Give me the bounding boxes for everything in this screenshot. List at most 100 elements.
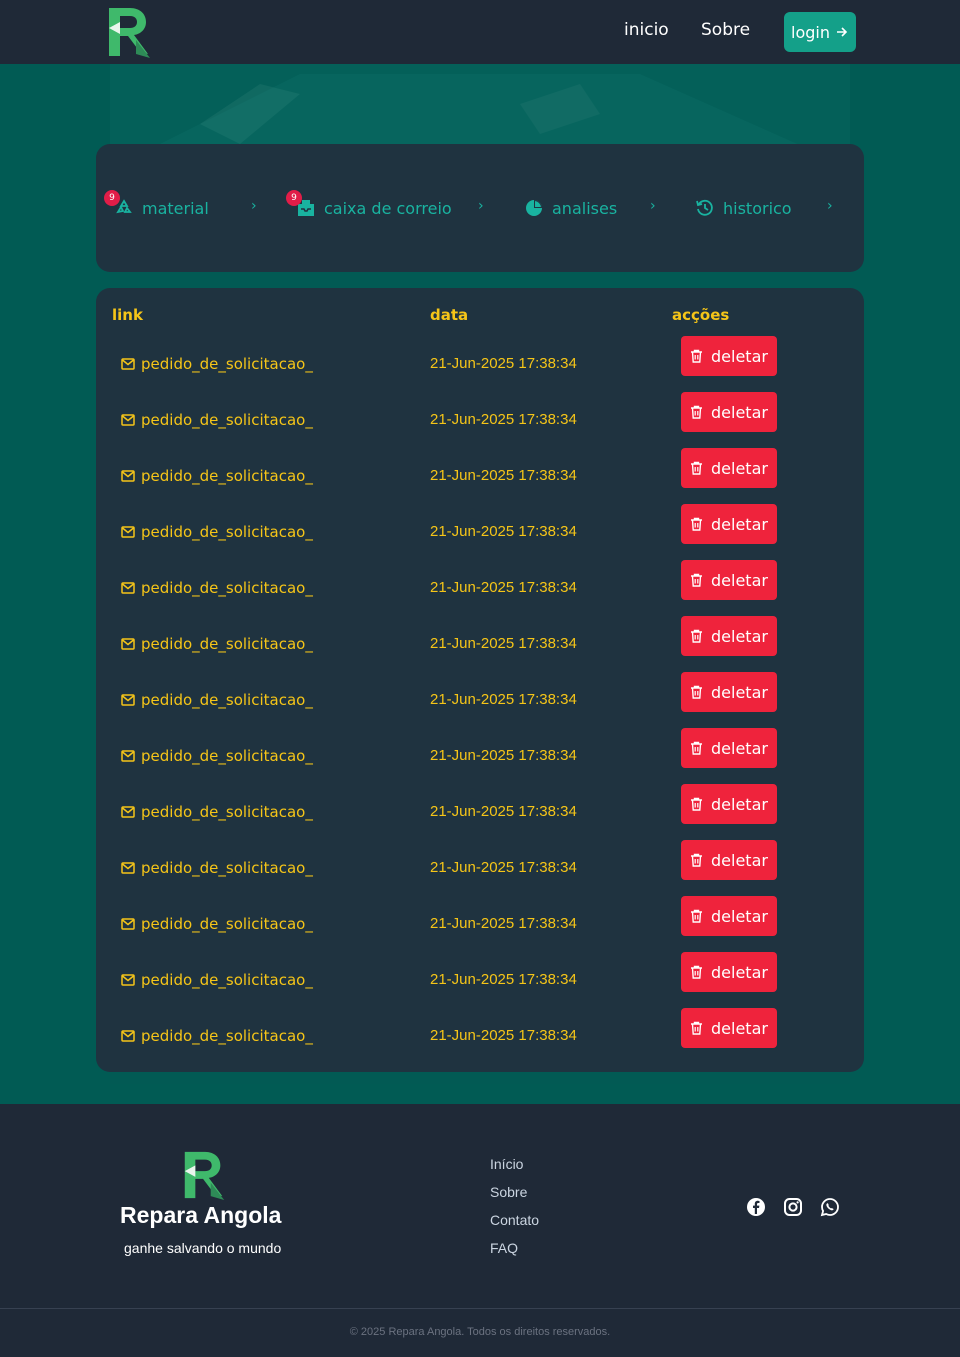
document-link[interactable]: pedido_de_solicitacao_ [121,803,313,821]
footer-link-sobre[interactable]: Sobre [490,1184,527,1200]
tab-analises[interactable]: analises [524,196,617,220]
row-date: 21-Jun-2025 17:38:34 [430,411,577,428]
tab-material-label: material [142,198,209,218]
delete-button[interactable]: deletar [681,952,777,992]
chevron-right-icon: › [650,198,656,214]
login-button[interactable]: login [784,12,856,52]
copyright-text: © 2025 Repara Angola. Todos os direitos … [349,1326,611,1338]
envelope-icon [121,414,135,426]
table-row: pedido_de_solicitacao_ 21-Jun-2025 17:38:… [96,616,864,672]
trash-icon [691,1021,703,1035]
trash-icon [691,517,703,531]
chevron-right-icon: › [478,198,484,214]
delete-button[interactable]: deletar [681,728,777,768]
row-date: 21-Jun-2025 17:38:34 [430,859,577,876]
tab-caixa-de-correio[interactable]: 9 caixa de correio [286,190,452,220]
document-link[interactable]: pedido_de_solicitacao_ [121,1027,313,1045]
footer-divider [0,1308,960,1309]
row-date: 21-Jun-2025 17:38:34 [430,915,577,932]
facebook-icon[interactable] [746,1197,766,1217]
document-link-label: pedido_de_solicitacao_ [141,971,313,989]
document-link-label: pedido_de_solicitacao_ [141,691,313,709]
footer-link-faq[interactable]: FAQ [490,1240,518,1256]
trash-icon [691,573,703,587]
tabs-card: 9 material › 9 caixa de correio › analis… [96,144,864,272]
document-link[interactable]: pedido_de_solicitacao_ [121,859,313,877]
nav-link-inicio[interactable]: inicio [624,20,669,40]
delete-label: deletar [711,962,768,982]
recycle-icon: 9 [104,190,134,218]
document-link[interactable]: pedido_de_solicitacao_ [121,915,313,933]
history-icon [695,198,715,218]
row-date: 21-Jun-2025 17:38:34 [430,523,577,540]
delete-label: deletar [711,682,768,702]
login-label: login [791,22,830,42]
delete-button[interactable]: deletar [681,1008,777,1048]
document-link-label: pedido_de_solicitacao_ [141,411,313,429]
delete-button[interactable]: deletar [681,672,777,712]
document-link[interactable]: pedido_de_solicitacao_ [121,971,313,989]
envelope-icon [121,358,135,370]
document-link[interactable]: pedido_de_solicitacao_ [121,635,313,653]
envelope-icon [121,694,135,706]
delete-label: deletar [711,458,768,478]
table-row: pedido_de_solicitacao_ 21-Jun-2025 17:38:… [96,784,864,840]
envelope-icon [121,862,135,874]
column-header-link: link [112,306,143,324]
row-date: 21-Jun-2025 17:38:34 [430,747,577,764]
footer: Repara Angola ganhe salvando o mundo Iní… [0,1104,960,1357]
table-row: pedido_de_solicitacao_ 21-Jun-2025 17:38:… [96,448,864,504]
delete-button[interactable]: deletar [681,616,777,656]
row-date: 21-Jun-2025 17:38:34 [430,579,577,596]
row-date: 21-Jun-2025 17:38:34 [430,803,577,820]
envelope-icon [121,582,135,594]
envelope-icon [121,470,135,482]
nav-link-sobre[interactable]: Sobre [701,20,750,40]
delete-button[interactable]: deletar [681,504,777,544]
tab-historico[interactable]: historico [695,196,792,220]
footer-tagline: ganhe salvando o mundo [124,1240,282,1256]
document-link[interactable]: pedido_de_solicitacao_ [121,411,313,429]
document-link[interactable]: pedido_de_solicitacao_ [121,747,313,765]
row-date: 21-Jun-2025 17:38:34 [430,635,577,652]
column-header-acoes: acções [672,306,730,324]
delete-label: deletar [711,346,768,366]
trash-icon [691,797,703,811]
table-row: pedido_de_solicitacao_ 21-Jun-2025 17:38:… [96,728,864,784]
tab-material-badge: 9 [104,190,120,206]
document-link[interactable]: pedido_de_solicitacao_ [121,523,313,541]
pie-chart-icon [524,198,544,218]
document-link[interactable]: pedido_de_solicitacao_ [121,467,313,485]
document-link-label: pedido_de_solicitacao_ [141,803,313,821]
delete-button[interactable]: deletar [681,560,777,600]
delete-button[interactable]: deletar [681,840,777,880]
document-link[interactable]: pedido_de_solicitacao_ [121,579,313,597]
document-link-label: pedido_de_solicitacao_ [141,635,313,653]
delete-label: deletar [711,626,768,646]
document-link-label: pedido_de_solicitacao_ [141,1027,313,1045]
delete-button[interactable]: deletar [681,448,777,488]
row-date: 21-Jun-2025 17:38:34 [430,971,577,988]
chevron-right-icon: › [251,198,257,214]
column-header-data: data [430,306,469,324]
trash-icon [691,461,703,475]
logo-icon[interactable] [106,6,152,58]
footer-link-contato[interactable]: Contato [490,1212,539,1228]
delete-button[interactable]: deletar [681,392,777,432]
document-link[interactable]: pedido_de_solicitacao_ [121,691,313,709]
footer-link-inicio[interactable]: Início [490,1156,523,1172]
delete-button[interactable]: deletar [681,336,777,376]
delete-button[interactable]: deletar [681,784,777,824]
delete-button[interactable]: deletar [681,896,777,936]
envelope-icon [121,1030,135,1042]
tab-analises-label: analises [552,198,618,218]
instagram-icon[interactable] [783,1197,803,1217]
tab-material[interactable]: 9 material [104,190,209,220]
whatsapp-icon[interactable] [820,1197,840,1217]
delete-label: deletar [711,906,768,926]
document-link-label: pedido_de_solicitacao_ [141,523,313,541]
document-link-label: pedido_de_solicitacao_ [141,915,313,933]
trash-icon [691,965,703,979]
document-link[interactable]: pedido_de_solicitacao_ [121,355,313,373]
delete-label: deletar [711,850,768,870]
